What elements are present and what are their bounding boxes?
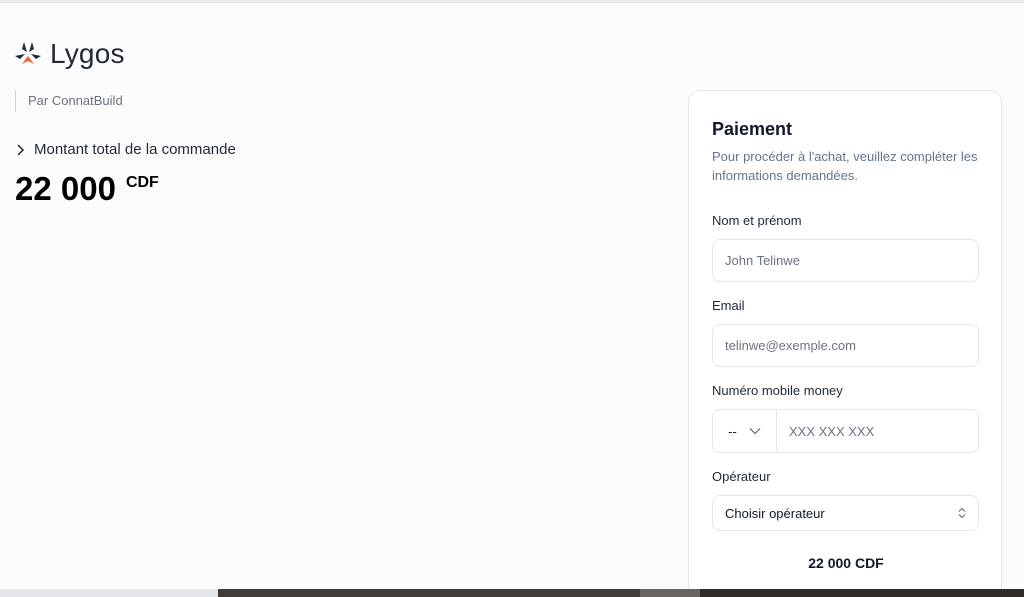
name-input[interactable]	[712, 239, 979, 282]
order-summary-toggle[interactable]: Montant total de la commande	[16, 141, 236, 158]
top-border	[0, 0, 1024, 3]
email-label: Email	[712, 298, 745, 313]
lygos-logo-icon	[15, 42, 41, 64]
order-total: 22 000 CDF	[15, 170, 159, 208]
operator-value: Choisir opérateur	[725, 505, 825, 521]
brand-name: Lygos	[50, 38, 125, 69]
chevron-up-down-icon	[958, 507, 966, 519]
order-summary-label: Montant total de la commande	[34, 141, 236, 158]
email-input[interactable]	[712, 324, 979, 367]
payment-total: 22 000 CDF	[808, 555, 884, 571]
operator-label: Opérateur	[712, 469, 771, 484]
payment-card: Paiement Pour procéder à l'achat, veuill…	[688, 90, 1002, 597]
phone-field: --	[712, 409, 979, 453]
payment-description: Pour procéder à l'achat, veuillez complé…	[712, 149, 978, 183]
total-amount: 22 000	[15, 170, 116, 207]
brand-logo: Lygos	[14, 38, 125, 70]
merchant-name: Par ConnatBuild	[15, 90, 123, 112]
total-currency: CDF	[125, 174, 159, 191]
operator-select[interactable]: Choisir opérateur	[712, 495, 979, 531]
phone-input[interactable]	[777, 410, 978, 452]
country-prefix-value: --	[728, 423, 737, 439]
chevron-down-icon	[749, 428, 761, 435]
name-label: Nom et prénom	[712, 213, 802, 228]
payment-title: Paiement	[712, 119, 793, 139]
bottom-strip	[0, 589, 1024, 597]
country-prefix-select[interactable]: --	[713, 410, 777, 452]
phone-label: Numéro mobile money	[712, 383, 843, 398]
chevron-right-icon	[17, 143, 25, 156]
